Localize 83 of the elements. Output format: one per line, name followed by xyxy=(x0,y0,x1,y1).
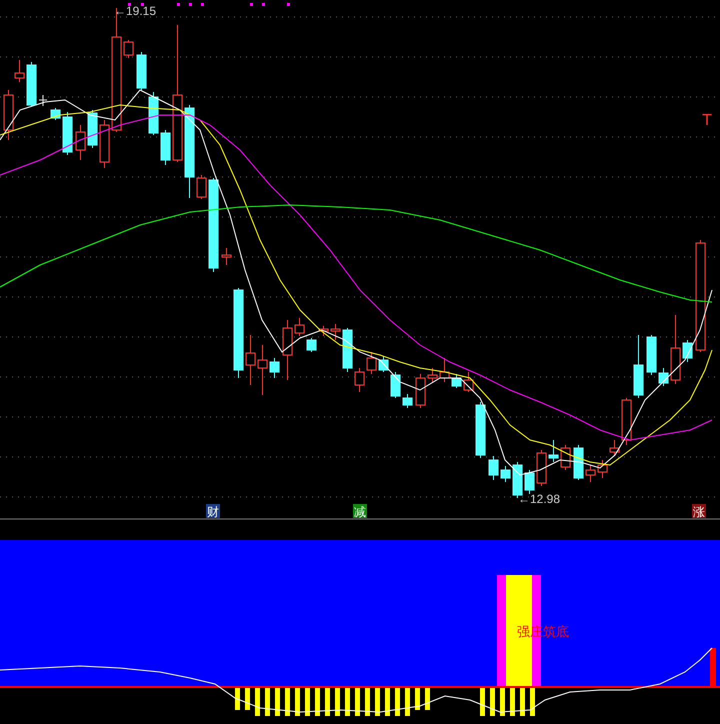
candlestick xyxy=(524,470,534,494)
indicator-bar xyxy=(375,688,380,716)
candlestick xyxy=(148,92,158,136)
indicator-bar xyxy=(235,688,240,710)
candlestick xyxy=(26,62,36,106)
candlestick xyxy=(354,368,364,392)
indicator-bar xyxy=(265,688,270,716)
candlestick xyxy=(586,464,596,482)
indicator-bar xyxy=(490,688,495,716)
candlestick xyxy=(136,52,146,90)
indicator-bar xyxy=(500,688,505,716)
candlestick xyxy=(560,444,570,470)
indicator-bar xyxy=(405,688,410,716)
candlestick xyxy=(402,394,412,408)
indicator-bar xyxy=(355,688,360,716)
indicator-bar xyxy=(325,688,330,716)
indicator-bar xyxy=(415,688,420,710)
candlestick xyxy=(574,444,584,480)
candlestick xyxy=(366,352,376,374)
low-price-label: ←12.98 xyxy=(518,492,560,506)
candlestick xyxy=(610,440,620,456)
candlestick xyxy=(634,334,644,398)
indicator-bar xyxy=(385,688,390,716)
candlestick xyxy=(548,440,558,462)
candlestick xyxy=(658,368,668,386)
candlestick xyxy=(488,456,498,480)
candlestick xyxy=(536,450,546,486)
candlestick xyxy=(378,356,388,372)
candlestick xyxy=(196,174,206,200)
indicator-bar xyxy=(305,688,310,716)
candlestick xyxy=(246,334,256,386)
marker-label: 减 xyxy=(354,505,366,519)
candlestick xyxy=(428,368,438,382)
candlestick xyxy=(282,320,292,380)
candlestick xyxy=(4,90,14,140)
candlestick xyxy=(50,108,60,120)
candlestick xyxy=(270,358,280,378)
candlestick xyxy=(440,358,450,382)
indicator-bar xyxy=(425,688,430,710)
candlestick xyxy=(294,318,304,336)
candlestick xyxy=(14,60,24,82)
candlestick xyxy=(342,328,352,372)
candlestick xyxy=(160,130,170,166)
indicator-bar xyxy=(520,688,525,716)
candlestick xyxy=(100,120,110,168)
indicator-bar xyxy=(365,688,370,716)
candlestick xyxy=(512,462,522,498)
indicator-bar xyxy=(275,688,280,716)
signal-label: T xyxy=(702,112,712,129)
candlestick xyxy=(670,314,680,384)
candlestick xyxy=(330,324,340,340)
indicator-bar xyxy=(345,688,350,716)
candlestick xyxy=(306,338,316,352)
indicator-bar xyxy=(395,688,400,716)
indicator-bar xyxy=(315,688,320,716)
candlestick xyxy=(62,112,72,156)
candlestick xyxy=(622,398,632,446)
candlestick xyxy=(476,402,486,458)
indicator-bar xyxy=(245,688,250,710)
candlestick xyxy=(464,372,474,392)
candlestick xyxy=(76,124,86,160)
candlestick xyxy=(416,374,426,408)
candlestick xyxy=(124,40,134,58)
indicator-bar xyxy=(255,688,260,716)
candlestick xyxy=(646,334,656,376)
marker-label: 涨 xyxy=(693,505,705,519)
candlestick xyxy=(258,344,268,396)
candlestick xyxy=(88,110,98,148)
candlestick xyxy=(38,94,48,106)
candlestick xyxy=(318,326,328,336)
indicator-bar xyxy=(295,688,300,716)
candlestick xyxy=(500,466,510,482)
indicator-bar xyxy=(285,688,290,716)
indicator-bar xyxy=(510,688,515,716)
marker-label: 财 xyxy=(207,505,219,519)
indicator-bar xyxy=(530,688,535,716)
indicator-bar xyxy=(480,688,485,716)
candlestick xyxy=(390,372,400,398)
candlestick xyxy=(452,374,462,388)
candlestick xyxy=(598,460,608,478)
indicator-bar xyxy=(335,688,340,716)
candlestick xyxy=(682,340,692,362)
candlestick xyxy=(222,248,232,266)
